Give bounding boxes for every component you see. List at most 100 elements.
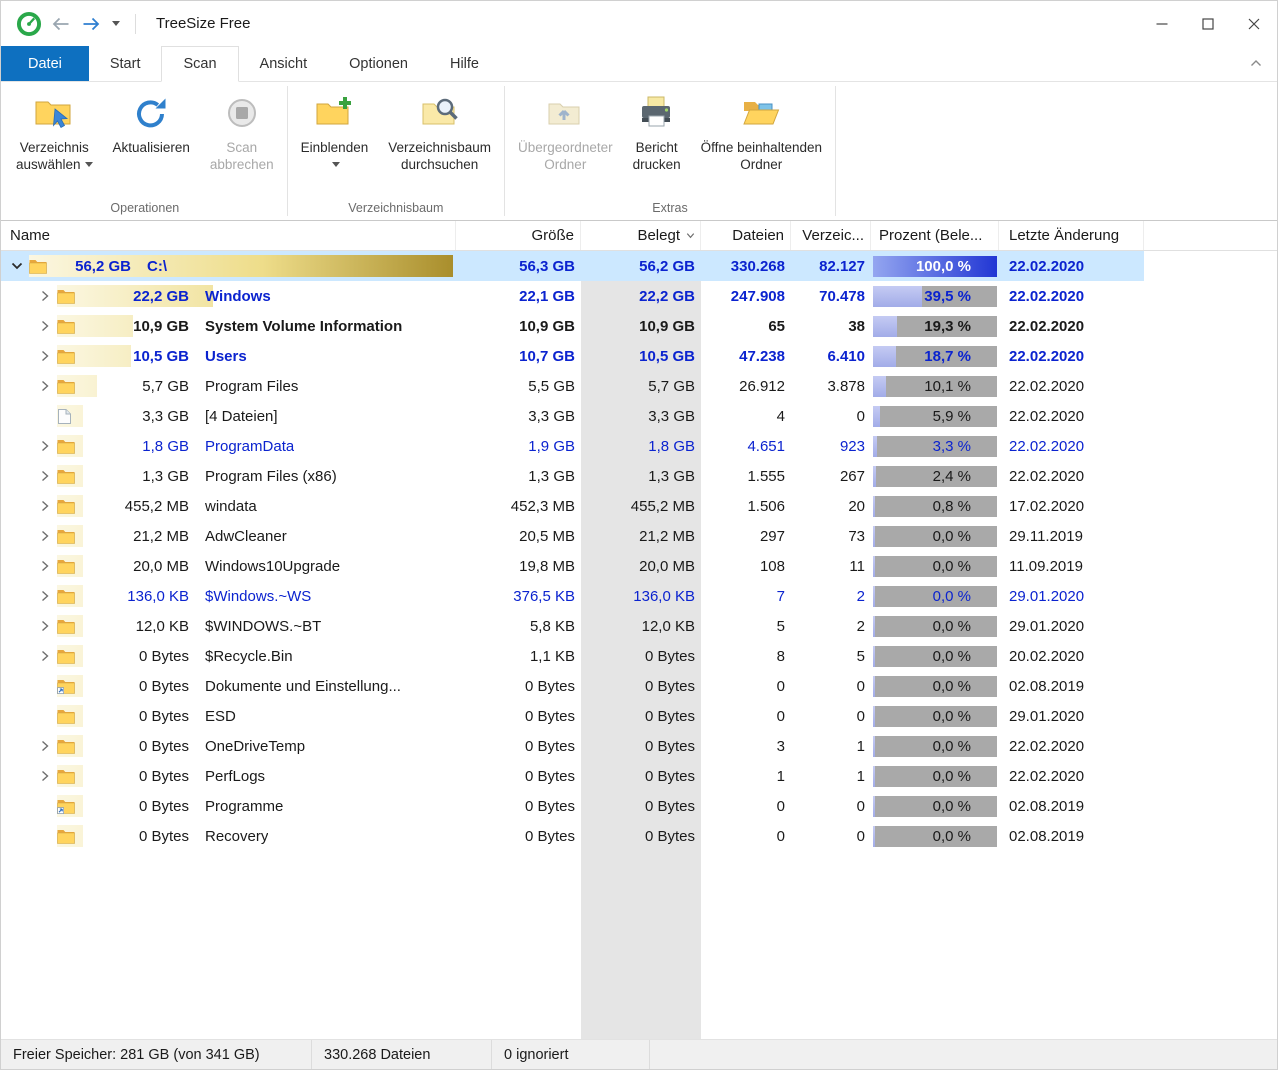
column-header-groesse[interactable]: Größe (456, 221, 581, 250)
table-row[interactable]: 5,7 GB Program Files 5,5 GB 5,7 GB 26.91… (1, 371, 1144, 401)
row-belegt: 12,0 KB (641, 617, 695, 635)
tab-datei[interactable]: Datei (1, 46, 89, 81)
bericht-drucken-button[interactable]: Bericht drucken (624, 85, 690, 195)
aktualisieren-button[interactable]: Aktualisieren (104, 85, 199, 195)
table-row[interactable]: 12,0 KB $WINDOWS.~BT 5,8 KB 12,0 KB 5 2 … (1, 611, 1144, 641)
table-header: Name Größe Belegt Dateien Verzeic... Pro… (1, 221, 1277, 251)
expand-chevron-icon[interactable] (33, 468, 57, 484)
column-header-belegt[interactable]: Belegt (581, 221, 701, 250)
percent-bar-fill (873, 795, 875, 817)
maximize-button[interactable] (1185, 1, 1231, 46)
row-dateien: 1.506 (747, 497, 785, 515)
row-datum: 22.02.2020 (1009, 407, 1085, 425)
expand-chevron-icon[interactable] (33, 288, 57, 304)
table-row[interactable]: 0 Bytes OneDriveTemp 0 Bytes 0 Bytes 3 1… (1, 731, 1144, 761)
column-header-name[interactable]: Name (1, 221, 456, 250)
expand-chevron-icon[interactable] (33, 558, 57, 574)
directory-tree-rows: 56,2 GB C:\ 56,3 GB 56,2 GB 330.268 82.1… (1, 251, 1277, 851)
column-header-letzte-aenderung[interactable]: Letzte Änderung (999, 221, 1144, 250)
row-verzeichnisse: 0 (856, 707, 865, 725)
table-row[interactable]: 455,2 MB windata 452,3 MB 455,2 MB 1.506… (1, 491, 1144, 521)
row-name: Programme (205, 797, 284, 815)
table-row[interactable]: 22,2 GB Windows 22,1 GB 22,2 GB 247.908 … (1, 281, 1144, 311)
back-button-icon[interactable] (49, 12, 73, 36)
tab-start[interactable]: Start (89, 46, 162, 81)
table-row[interactable]: 10,9 GB System Volume Information 10,9 G… (1, 311, 1144, 341)
row-name: Users (205, 347, 247, 365)
expand-chevron-icon[interactable] (33, 738, 57, 754)
table-row[interactable]: 0 Bytes PerfLogs 0 Bytes 0 Bytes 1 1 0,0… (1, 761, 1144, 791)
window-title: TreeSize Free (156, 15, 251, 32)
row-verzeichnisse: 0 (856, 797, 865, 815)
row-verzeichnisse: 2 (856, 587, 865, 605)
table-row[interactable]: 3,3 GB [4 Dateien] 3,3 GB 3,3 GB 4 0 5,9… (1, 401, 1144, 431)
row-belegt: 0 Bytes (644, 737, 695, 755)
forward-button-icon[interactable] (79, 12, 103, 36)
expand-chevron-icon[interactable] (33, 348, 57, 364)
column-header-dateien[interactable]: Dateien (701, 221, 791, 250)
tab-optionen[interactable]: Optionen (328, 46, 429, 81)
row-dateien: 108 (759, 557, 785, 575)
row-groesse: 5,8 KB (529, 617, 575, 635)
collapse-ribbon-icon[interactable] (1249, 56, 1263, 71)
oeffne-beinhaltenden-ordner-button[interactable]: Öffne beinhaltenden Ordner (692, 85, 831, 195)
scan-abbrechen-button[interactable]: Scan abbrechen (201, 85, 283, 195)
name-cell: 20,0 MB Windows10Upgrade (1, 551, 456, 581)
column-header-prozent[interactable]: Prozent (Bele... (871, 221, 999, 250)
expand-chevron-icon[interactable] (33, 378, 57, 394)
table-row[interactable]: 0 Bytes $Recycle.Bin 1,1 KB 0 Bytes 8 5 … (1, 641, 1144, 671)
ribbon: Verzeichnis auswählen Aktualisieren Scan… (1, 82, 1277, 221)
tab-scan[interactable]: Scan (161, 46, 239, 82)
table-row[interactable]: 1,8 GB ProgramData 1,9 GB 1,8 GB 4.651 9… (1, 431, 1144, 461)
percent-bar: 39,5 % (873, 285, 997, 307)
qat-dropdown-icon[interactable] (109, 14, 123, 34)
folder-icon (57, 709, 79, 724)
table-row[interactable]: 20,0 MB Windows10Upgrade 19,8 MB 20,0 MB… (1, 551, 1144, 581)
expand-chevron-icon[interactable] (33, 648, 57, 664)
tab-ansicht[interactable]: Ansicht (239, 46, 329, 81)
einblenden-button[interactable]: Einblenden (292, 85, 378, 195)
row-datum: 22.02.2020 (1009, 257, 1085, 275)
verzeichnisbaum-durchsuchen-button[interactable]: Verzeichnisbaum durchsuchen (379, 85, 500, 195)
row-size: 3,3 GB (142, 407, 189, 425)
name-cell: 21,2 MB AdwCleaner (1, 521, 456, 551)
row-datum: 22.02.2020 (1009, 737, 1085, 755)
verzeichnis-auswaehlen-button[interactable]: Verzeichnis auswählen (7, 85, 102, 195)
table-row[interactable]: 56,2 GB C:\ 56,3 GB 56,2 GB 330.268 82.1… (1, 251, 1144, 281)
expand-chevron-icon[interactable] (33, 528, 57, 544)
close-button[interactable] (1231, 1, 1277, 46)
expand-chevron-icon[interactable] (33, 438, 57, 454)
table-row[interactable]: 1,3 GB Program Files (x86) 1,3 GB 1,3 GB… (1, 461, 1144, 491)
folder-icon (57, 439, 79, 454)
table-row[interactable]: 0 Bytes ESD 0 Bytes 0 Bytes 0 0 0,0 % 29… (1, 701, 1144, 731)
table-row[interactable]: 0 Bytes Dokumente und Einstellung... 0 B… (1, 671, 1144, 701)
table-row[interactable]: 10,5 GB Users 10,7 GB 10,5 GB 47.238 6.4… (1, 341, 1144, 371)
percent-bar: 0,0 % (873, 585, 997, 607)
minimize-button[interactable] (1139, 1, 1185, 46)
expand-chevron-icon[interactable] (33, 498, 57, 514)
row-verzeichnisse: 6.410 (827, 347, 865, 365)
expand-chevron-icon[interactable] (33, 768, 57, 784)
row-prozent-cell: 0,0 % (871, 761, 999, 791)
table-row[interactable]: 136,0 KB $Windows.~WS 376,5 KB 136,0 KB … (1, 581, 1144, 611)
percent-bar-fill (873, 675, 875, 697)
expand-chevron-icon[interactable] (33, 318, 57, 334)
row-belegt: 0 Bytes (644, 677, 695, 695)
expand-chevron-icon[interactable] (33, 618, 57, 634)
folder-icon (57, 379, 79, 394)
group-label-verzeichnisbaum: Verzeichnisbaum (348, 201, 444, 215)
expand-chevron-icon[interactable] (33, 588, 57, 604)
folder-icon (57, 619, 79, 634)
row-verzeichnisse: 70.478 (819, 287, 865, 305)
table-row[interactable]: 0 Bytes Recovery 0 Bytes 0 Bytes 0 0 0,0… (1, 821, 1144, 851)
table-row[interactable]: 0 Bytes Programme 0 Bytes 0 Bytes 0 0 0,… (1, 791, 1144, 821)
tab-hilfe[interactable]: Hilfe (429, 46, 500, 81)
table-row[interactable]: 21,2 MB AdwCleaner 20,5 MB 21,2 MB 297 7… (1, 521, 1144, 551)
uebergeordneter-ordner-button[interactable]: Übergeordneter Ordner (509, 85, 622, 195)
column-header-verzeichnisse[interactable]: Verzeic... (791, 221, 871, 250)
row-datum: 22.02.2020 (1009, 767, 1085, 785)
row-name: AdwCleaner (205, 527, 287, 545)
expand-chevron-icon[interactable] (5, 258, 29, 274)
name-cell: 455,2 MB windata (1, 491, 456, 521)
row-verzeichnisse: 5 (856, 647, 865, 665)
